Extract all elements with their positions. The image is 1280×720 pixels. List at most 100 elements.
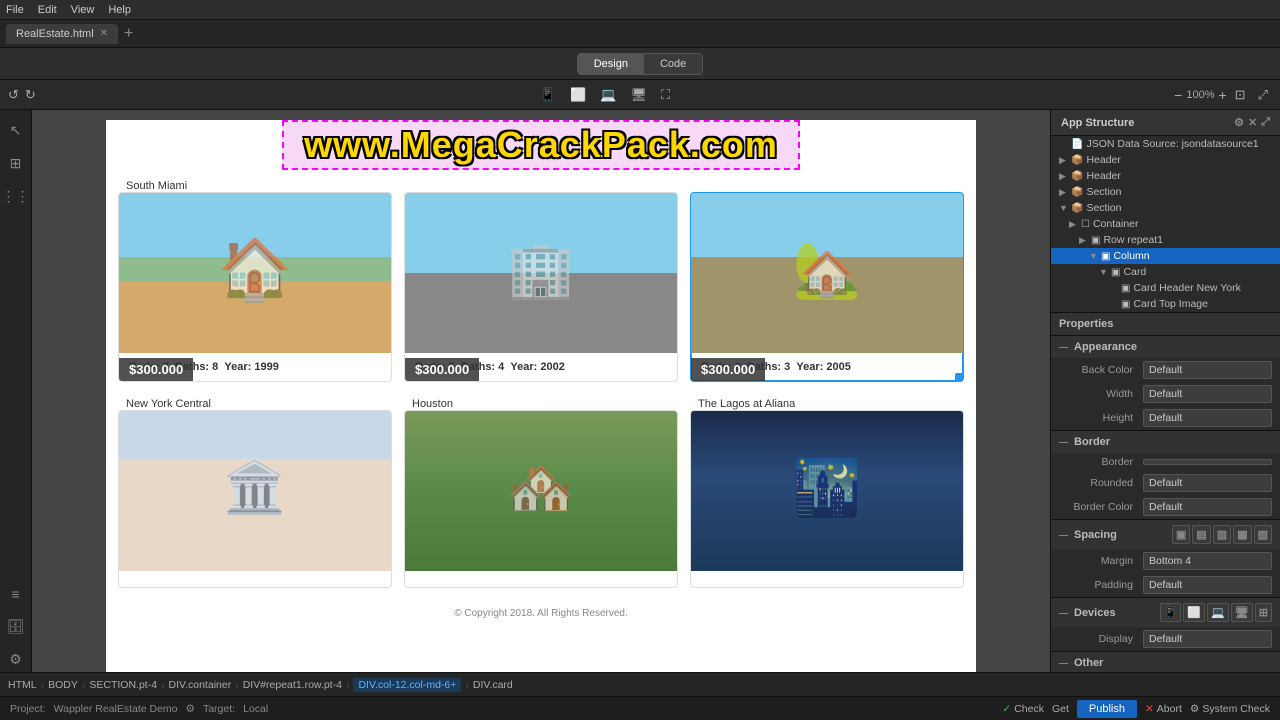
- system-check-button[interactable]: ⚙ System Check: [1190, 703, 1270, 715]
- tree-item-card-header[interactable]: ▣ Card Header New York: [1051, 280, 1280, 296]
- laptop-icon[interactable]: 💻: [596, 85, 620, 105]
- canvas-area[interactable]: www.MegaCrackPack.com South Miami $300.0…: [32, 110, 1050, 672]
- tree-item-header2[interactable]: ▶ 📦 Header: [1051, 168, 1280, 184]
- check-button[interactable]: ✓ Check: [1002, 703, 1044, 715]
- properties-header[interactable]: Properties: [1051, 312, 1280, 335]
- tree-item-card[interactable]: ▼ ▣ Card: [1051, 264, 1280, 280]
- device-icon-3[interactable]: 💻: [1207, 603, 1229, 622]
- card-item-4[interactable]: New York Central: [118, 394, 392, 588]
- card-item-5[interactable]: Houston: [404, 394, 678, 588]
- ast-expand-icon[interactable]: ⤢: [1261, 116, 1270, 129]
- spacing-icon-2[interactable]: ▤: [1192, 525, 1210, 544]
- menu-file[interactable]: File: [6, 4, 24, 16]
- breadcrumb-body[interactable]: BODY: [48, 679, 78, 691]
- tree-item-section2[interactable]: ▼ 📦 Section: [1051, 200, 1280, 216]
- layers-icon[interactable]: ≡: [7, 582, 23, 606]
- spacing-icon-3[interactable]: ▥: [1213, 525, 1231, 544]
- border-prop-value[interactable]: [1143, 459, 1272, 465]
- col-handle-right[interactable]: ◁: [955, 373, 964, 382]
- spacing-header[interactable]: — Spacing ▣ ▤ ▥ ▦ ▧: [1051, 519, 1280, 549]
- card-item-1[interactable]: South Miami $300.000 Beds: 7 Baths: 8 Ye…: [118, 176, 392, 382]
- rounded-value[interactable]: Default: [1143, 474, 1272, 492]
- expand-icon[interactable]: ⤢: [1254, 85, 1272, 105]
- system-check-label: System Check: [1202, 703, 1270, 715]
- spacing-icon-4[interactable]: ▦: [1233, 525, 1251, 544]
- app-structure-title: App Structure: [1061, 117, 1134, 129]
- menu-view[interactable]: View: [71, 4, 95, 16]
- code-button[interactable]: Code: [644, 54, 702, 74]
- component-icon[interactable]: ⊞: [6, 151, 26, 176]
- devices-header[interactable]: — Devices 📱 ⬜ 💻 🖥 ⊞: [1051, 597, 1280, 627]
- design-button[interactable]: Design: [578, 54, 644, 74]
- appearance-header[interactable]: — Appearance: [1051, 335, 1280, 358]
- phone-icon[interactable]: 📱: [536, 85, 560, 105]
- tree-item-card-top-image[interactable]: ▣ Card Top Image: [1051, 296, 1280, 312]
- database-icon[interactable]: 🗄: [3, 614, 29, 639]
- breadcrumb-card[interactable]: DIV.card: [473, 679, 513, 691]
- pointer-icon[interactable]: ↖: [6, 118, 26, 143]
- tree-item-container[interactable]: ▶ ☐ Container: [1051, 216, 1280, 232]
- device-bar: ↺ ↻ 📱 ⬜ 💻 🖥 ⛶ − 100% + ⊡ ⤢: [0, 80, 1280, 110]
- settings-icon[interactable]: ⚙: [5, 647, 26, 672]
- border-color-value[interactable]: Default: [1143, 498, 1272, 516]
- tree-item-row-repeat[interactable]: ▶ ▣ Row repeat1: [1051, 232, 1280, 248]
- breadcrumb-html[interactable]: HTML: [8, 679, 37, 691]
- other-toggle-icon: —: [1059, 658, 1068, 668]
- device-icon-4[interactable]: 🖥: [1231, 603, 1253, 622]
- settings-status-icon[interactable]: ⚙: [186, 703, 195, 715]
- card-item-2[interactable]: $300.000 Beds: 5 Baths: 4 Year: 2002: [404, 176, 678, 382]
- card-item-6[interactable]: The Lagos at Aliana: [690, 394, 964, 588]
- width-value[interactable]: Default: [1143, 385, 1272, 403]
- device-icon-1[interactable]: 📱: [1160, 603, 1182, 622]
- breadcrumb-container[interactable]: DIV.container: [169, 679, 232, 691]
- display-value[interactable]: Default: [1143, 630, 1272, 648]
- grid-icon[interactable]: ⋮⋮: [0, 184, 34, 209]
- tab-close-button[interactable]: ✕: [100, 28, 108, 39]
- padding-value[interactable]: Default: [1143, 576, 1272, 594]
- card-image-4: [119, 411, 391, 571]
- other-header[interactable]: — Other: [1051, 651, 1280, 672]
- tree-item-section1[interactable]: ▶ 📦 Section: [1051, 184, 1280, 200]
- ast-settings-icon[interactable]: ⚙: [1234, 116, 1244, 129]
- border-header[interactable]: — Border: [1051, 430, 1280, 453]
- zoom-in-button[interactable]: +: [1218, 87, 1226, 103]
- breadcrumb-section[interactable]: SECTION.pt-4: [89, 679, 157, 691]
- device-icon-2[interactable]: ⬜: [1183, 603, 1205, 622]
- back-color-value[interactable]: Default: [1143, 361, 1272, 379]
- device-icon-5[interactable]: ⊞: [1255, 603, 1272, 622]
- display-row: Display Default: [1051, 627, 1280, 651]
- ast-close-icon[interactable]: ✕: [1248, 116, 1257, 129]
- fullscreen-icon[interactable]: ⛶: [657, 85, 674, 105]
- tree-item-header1[interactable]: ▶ 📦 Header: [1051, 152, 1280, 168]
- menu-edit[interactable]: Edit: [38, 4, 57, 16]
- tree-item-json[interactable]: 📄 JSON Data Source: jsondatasource1: [1051, 136, 1280, 152]
- devices-icons: 📱 ⬜ 💻 🖥 ⊞: [1160, 603, 1272, 622]
- menu-help[interactable]: Help: [108, 4, 131, 16]
- card-item-3[interactable]: J $300.000 Beds: 2 Baths: 3 Year: 2005 +…: [690, 176, 964, 382]
- col-handle-bottom[interactable]: +: [819, 381, 835, 382]
- refresh-icon[interactable]: ↺: [8, 87, 19, 103]
- padding-row: Padding Default: [1051, 573, 1280, 597]
- container-icon: ☐: [1081, 219, 1090, 230]
- breadcrumb-repeat[interactable]: DIV#repeat1.row.pt-4: [243, 679, 342, 691]
- spacing-icon-5[interactable]: ▧: [1254, 525, 1272, 544]
- new-tab-button[interactable]: +: [124, 26, 133, 42]
- tablet-icon[interactable]: ⬜: [566, 85, 590, 105]
- height-row: Height Default: [1051, 406, 1280, 430]
- zoom-out-button[interactable]: −: [1174, 87, 1182, 103]
- margin-value[interactable]: Bottom 4: [1143, 552, 1272, 570]
- tree-item-column[interactable]: ▼ ▣ Column: [1051, 248, 1280, 264]
- spacing-icon-1[interactable]: ▣: [1172, 525, 1190, 544]
- abort-button[interactable]: ✕ Abort: [1145, 703, 1182, 715]
- section-label-6: The Lagos at Aliana: [690, 394, 964, 410]
- breadcrumb-col[interactable]: DIV.col-12.col-md-6+: [353, 678, 461, 692]
- height-value[interactable]: Default: [1143, 409, 1272, 427]
- fit-icon[interactable]: ⊡: [1231, 85, 1250, 105]
- publish-button[interactable]: Publish: [1077, 700, 1137, 718]
- tab-bar: RealEstate.html ✕ +: [0, 20, 1280, 48]
- file-tab[interactable]: RealEstate.html ✕: [6, 24, 118, 44]
- project-name: Wappler RealEstate Demo: [54, 703, 178, 715]
- desktop-icon[interactable]: 🖥: [626, 85, 651, 105]
- reload-icon[interactable]: ↻: [25, 87, 36, 103]
- get-button[interactable]: Get: [1052, 703, 1069, 715]
